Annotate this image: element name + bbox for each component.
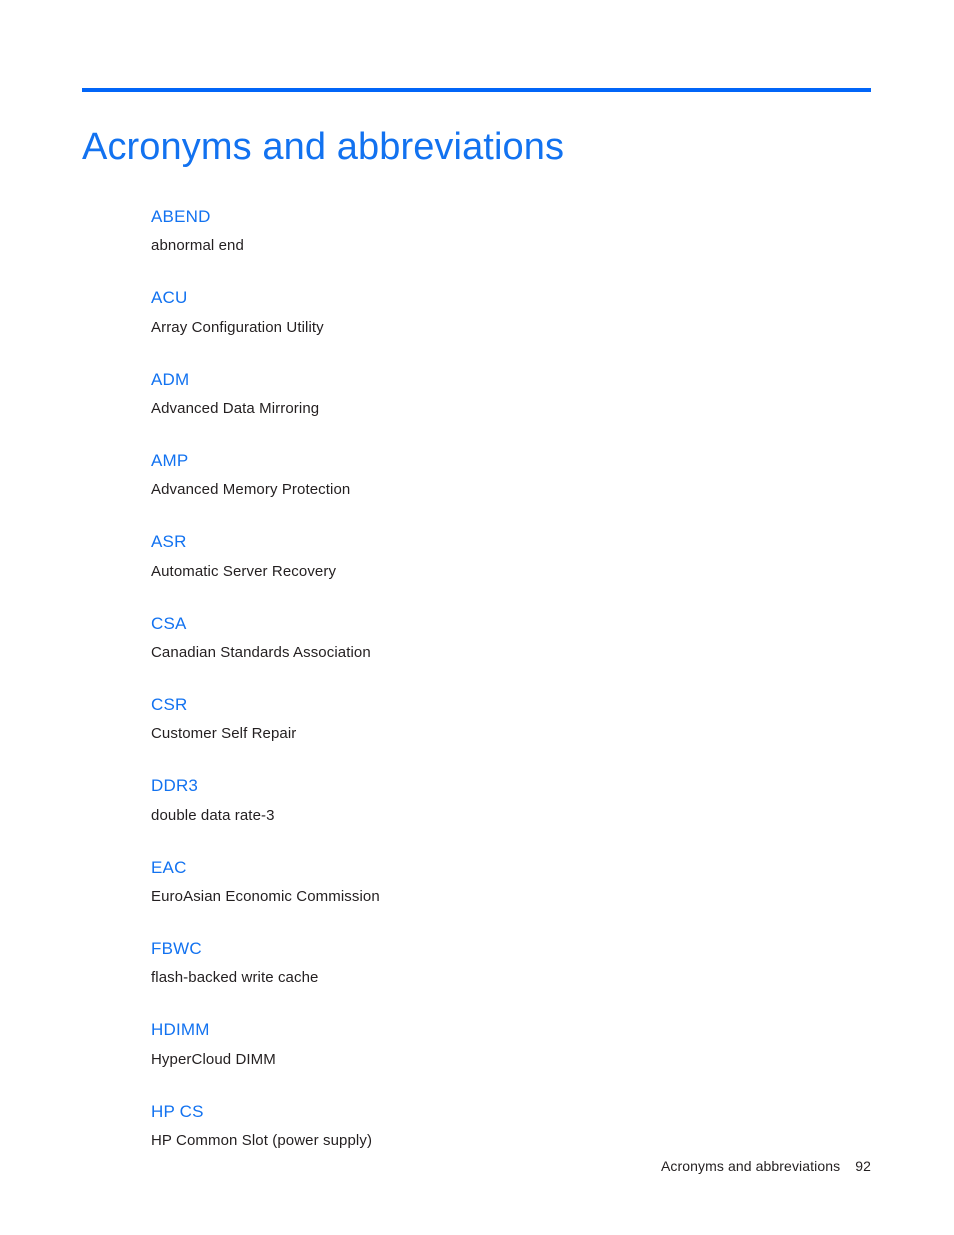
footer-page-number: 92 — [855, 1158, 871, 1174]
glossary-definition: EuroAsian Economic Commission — [151, 888, 380, 905]
glossary-definition: Array Configuration Utility — [151, 318, 324, 336]
glossary-term: ACU — [151, 288, 188, 308]
glossary-term: HP CS — [151, 1101, 204, 1121]
glossary-entry: AMP Advanced Memory Protection — [151, 450, 871, 500]
glossary-term: CSA — [151, 613, 187, 633]
glossary-term: DDR3 — [151, 776, 199, 796]
header-rule — [82, 88, 871, 92]
glossary-term: CSR — [151, 695, 188, 715]
glossary-definition: Canadian Standards Association — [151, 643, 371, 661]
glossary-entry: ACU Array Configuration Utility — [151, 287, 871, 337]
glossary-definition: Advanced Memory Protection — [151, 481, 351, 499]
glossary-entry: FBWC flash-backed write cache — [151, 938, 871, 988]
glossary-term: EAC — [151, 857, 187, 877]
glossary-term: ADM — [151, 369, 190, 389]
glossary-definition: double data rate-3 — [151, 806, 275, 824]
page-title: Acronyms and abbreviations — [82, 126, 565, 169]
glossary-entry: ABEND abnormal end — [151, 206, 871, 256]
glossary-entry: HDIMM HyperCloud DIMM — [151, 1019, 871, 1069]
page-footer: Acronyms and abbreviations 92 — [82, 1158, 871, 1174]
glossary-entry: ASR Automatic Server Recovery — [151, 531, 871, 581]
glossary-definition: flash-backed write cache — [151, 969, 319, 987]
document-page: Acronyms and abbreviations ABEND abnormal… — [0, 0, 954, 1235]
glossary-definition: Advanced Data Mirroring — [151, 399, 320, 417]
glossary-definition: HyperCloud DIMM — [151, 1050, 276, 1068]
glossary-definition: Customer Self Repair — [151, 725, 297, 743]
glossary-entry: HP CS HP Common Slot (power supply) — [151, 1101, 871, 1151]
glossary-term: FBWC — [151, 939, 202, 959]
glossary-term: HDIMM — [151, 1020, 210, 1040]
glossary-entry: EAC EuroAsian Economic Commission — [151, 857, 871, 907]
glossary-entry: CSA Canadian Standards Association — [151, 613, 871, 663]
glossary-term: ABEND — [151, 207, 211, 226]
glossary-definition: Automatic Server Recovery — [151, 562, 337, 580]
glossary-entry: DDR3 double data rate-3 — [151, 775, 871, 825]
footer-title: Acronyms and abbreviations — [660, 1158, 841, 1174]
glossary-term: AMP — [151, 451, 189, 471]
glossary-definition: abnormal end — [151, 237, 244, 255]
glossary-entry: CSR Customer Self Repair — [151, 694, 871, 744]
glossary-entry: ADM Advanced Data Mirroring — [151, 369, 871, 419]
glossary-list: ABEND abnormal end ACU Array Configuration … — [151, 206, 871, 1151]
glossary-definition: HP Common Slot (power supply) — [151, 1132, 373, 1150]
glossary-term: ASR — [151, 532, 187, 552]
